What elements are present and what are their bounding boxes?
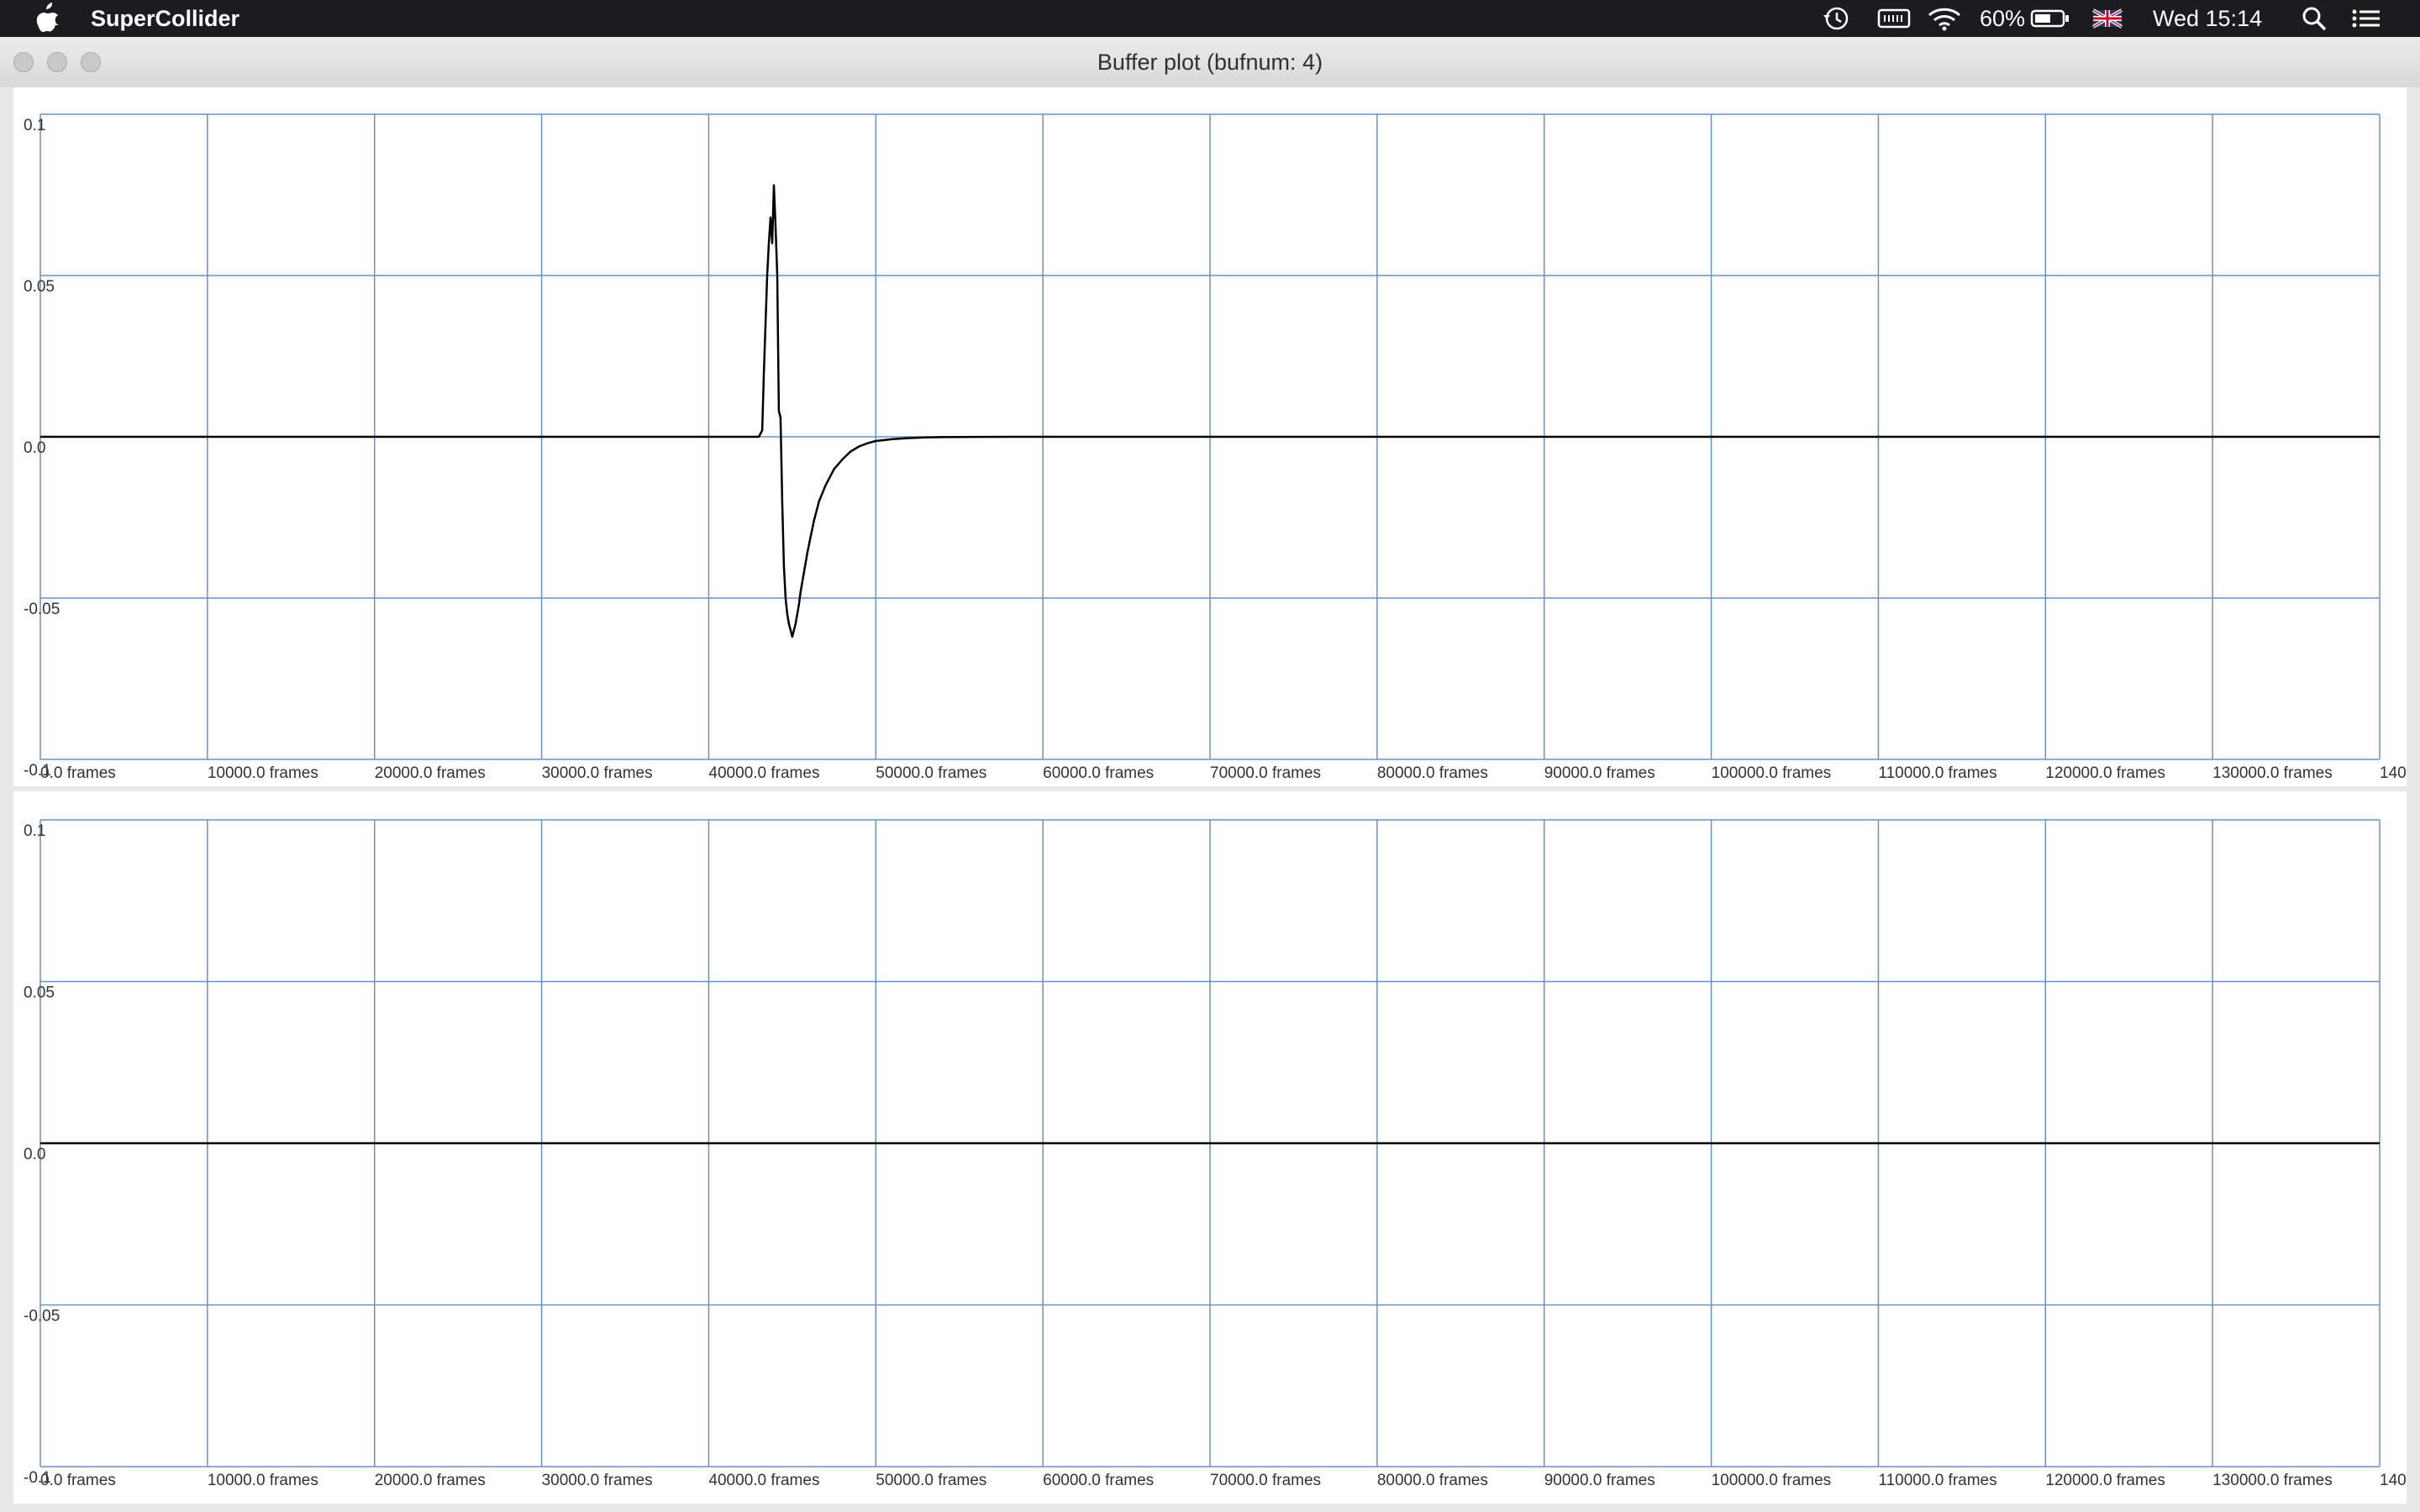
y-tick-label: -0.05 [24,1308,60,1326]
notification-center-icon[interactable] [2349,5,2383,32]
channel-1-chart[interactable]: 0.10.050.0-0.05-0.10.0 frames 10000.0 fra… [13,87,2415,786]
y-tick-label: 0.0 [24,1146,45,1163]
uk-flag-icon[interactable] [2092,5,2123,32]
x-tick-label: 110000.0 frames [1878,764,1996,782]
x-tick-label: 120000.0 frames [2045,1472,2165,1489]
channel-plot-1[interactable]: 0.1 0.05 0.0 -0.05 -0.1 0.0 frames 10000.0 fra… [13,87,2415,786]
x-tick-label: 130000.0 frames [2212,764,2333,782]
wifi-icon[interactable] [1926,5,1963,32]
x-tick-label: 60000.0 frames [1043,1472,1154,1489]
x-tick-label: 0.0 frames [40,764,116,782]
x-tick-label: 40000.0 frames [708,764,819,782]
clock[interactable]: Wed 15:14 [2153,0,2262,37]
x-tick-label: 10000.0 frames [208,1472,318,1489]
menu-bar: SuperCollider 60% Wed 15:14 [0,0,2420,37]
x-tick-label: 20000.0 frames [375,764,486,782]
x-tick-label: 10000.0 frames [208,764,318,782]
x-tick-label: 100000.0 frames [1712,764,1832,782]
x-tick-label: 30000.0 frames [542,764,653,782]
x-tick-label: 130000.0 frames [2212,1472,2333,1489]
window-title: Buffer plot (bufnum: 4) [1097,50,1323,75]
spotlight-search-icon[interactable] [2299,5,2329,32]
x-tick-label: 30000.0 frames [542,1472,653,1489]
x-tick-label: 100000.0 frames [1712,1472,1832,1489]
x-tick-label: 90000.0 frames [1544,764,1655,782]
x-tick-label: 70000.0 frames [1210,764,1321,782]
y-tick-label: 0.1 [24,822,45,840]
battery-percent: 60% [1980,6,2026,31]
channel-2-chart[interactable]: 0.10.050.0-0.05-0.10.0 frames 10000.0 fra… [13,791,2415,1504]
x-tick-label: 70000.0 frames [1210,1472,1321,1489]
x-tick-label: 110000.0 frames [1878,1472,1996,1489]
x-tick-label: 120000.0 frames [2045,764,2165,782]
y-tick-label: 0.05 [24,984,55,1002]
plot-content: 0.1 0.05 0.0 -0.05 -0.1 0.0 frames 10000.0 fra… [0,87,2420,1512]
battery-icon[interactable] [2030,5,2070,32]
channel-plot-2[interactable]: 0.1 0.05 0.0 -0.05 -0.1 0.0 frames 10000.0 fra… [13,791,2415,1504]
apple-icon[interactable] [32,0,60,37]
x-tick-label: 60000.0 frames [1043,764,1154,782]
keyboard-layout-icon[interactable] [1877,5,1911,32]
app-name-menu[interactable]: SuperCollider [91,0,239,37]
x-tick-label: 40000.0 frames [708,1472,819,1489]
time-machine-icon[interactable] [1820,5,1854,32]
x-tick-label: 50000.0 frames [876,1472,986,1489]
y-tick-label: 0.0 [24,439,45,457]
x-tick-label: 20000.0 frames [375,1472,486,1489]
window-titlebar[interactable]: Buffer plot (bufnum: 4) [0,37,2420,88]
x-tick-label: 90000.0 frames [1544,1472,1655,1489]
y-tick-label: 0.05 [24,278,55,296]
y-tick-label: 0.1 [24,117,45,134]
x-tick-label: 50000.0 frames [876,764,986,782]
x-tick-label: 80000.0 frames [1377,1472,1488,1489]
x-tick-label: 0.0 frames [40,1472,116,1489]
x-tick-label: 1400 [2380,764,2407,782]
x-tick-label: 1400 [2380,1472,2407,1489]
y-tick-label: -0.05 [24,601,60,618]
x-tick-label: 80000.0 frames [1377,764,1488,782]
